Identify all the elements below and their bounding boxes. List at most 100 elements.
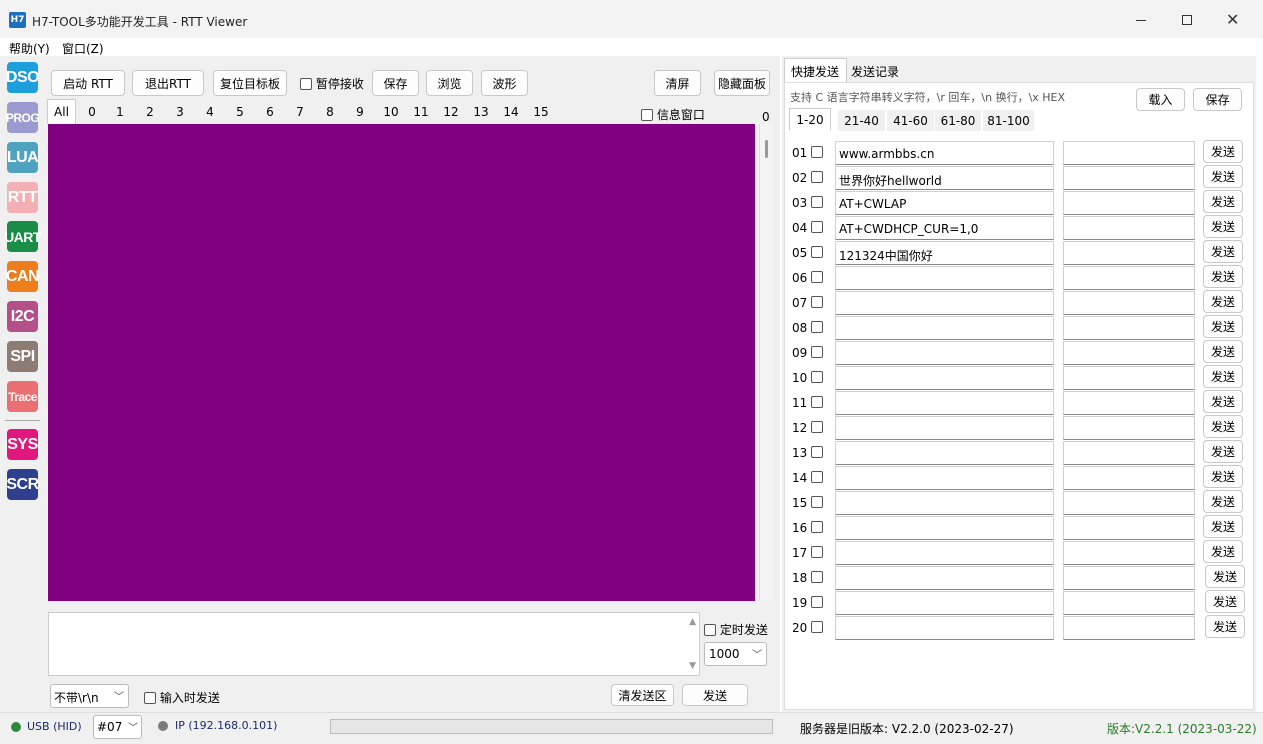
row-comment-input[interactable] [1063,316,1195,340]
pause-receive[interactable]: 暂停接收 [300,75,364,92]
sidebar-lua[interactable]: LUA [7,142,39,173]
row-send-button[interactable]: 发送 [1203,415,1243,438]
send-input[interactable]: ▲ ▼ [48,612,700,676]
row-hex-checkbox[interactable] [811,421,823,433]
load-button[interactable]: 载入 [1136,88,1185,111]
row-command-input[interactable] [835,316,1054,340]
row-hex-checkbox[interactable] [811,321,823,333]
tab-send-history[interactable]: 发送记录 [851,63,899,80]
sidebar-trace[interactable]: Trace [7,381,38,412]
row-command-input[interactable] [835,566,1054,590]
row-comment-input[interactable] [1063,616,1195,640]
send-button[interactable]: 发送 [682,684,748,706]
row-send-button[interactable]: 发送 [1203,290,1243,313]
sidebar-can[interactable]: CAN [6,261,40,292]
range-tab-1-20[interactable]: 1-20 [789,108,831,130]
eol-select[interactable]: 不带\r\n ﹀ [50,684,129,708]
terminal-scroll-thumb[interactable] [765,140,768,158]
row-hex-checkbox[interactable] [811,196,823,208]
row-command-input[interactable]: 世界你好hellworld [835,166,1054,190]
sidebar-uart[interactable]: UART [4,221,41,252]
channel-tab-9[interactable]: 9 [348,101,372,123]
row-hex-checkbox[interactable] [811,471,823,483]
row-command-input[interactable] [835,541,1054,565]
row-command-input[interactable]: www.armbbs.cn [835,141,1054,165]
row-send-button[interactable]: 发送 [1203,190,1243,213]
row-comment-input[interactable] [1063,466,1195,490]
row-send-button[interactable]: 发送 [1203,240,1243,263]
info-window-toggle[interactable]: 信息窗口 [641,106,705,123]
tab-quick-send[interactable]: 快捷发送 [784,58,847,82]
row-hex-checkbox[interactable] [811,371,823,383]
channel-tab-15[interactable]: 15 [528,101,554,123]
row-comment-input[interactable] [1063,266,1195,290]
row-command-input[interactable] [835,441,1054,465]
row-comment-input[interactable] [1063,216,1195,240]
timer-send[interactable]: 定时发送 [704,621,768,638]
row-comment-input[interactable] [1063,541,1195,565]
row-comment-input[interactable] [1063,341,1195,365]
row-comment-input[interactable] [1063,491,1195,515]
range-tab-21-40[interactable]: 21-40 [838,110,885,131]
channel-tab-6[interactable]: 6 [258,101,282,123]
clear-screen-button[interactable]: 清屏 [654,70,701,96]
scroll-down-icon[interactable]: ▼ [689,661,696,671]
row-command-input[interactable] [835,466,1054,490]
row-hex-checkbox[interactable] [811,346,823,358]
channel-tab-8[interactable]: 8 [318,101,342,123]
pause-receive-checkbox[interactable] [300,77,312,90]
row-hex-checkbox[interactable] [811,396,823,408]
channel-tab-1[interactable]: 1 [108,101,132,123]
save-presets-button[interactable]: 保存 [1193,88,1242,111]
row-send-button[interactable]: 发送 [1203,390,1243,413]
row-hex-checkbox[interactable] [811,446,823,458]
row-command-input[interactable] [835,291,1054,315]
hide-panel-button[interactable]: 隐藏面板 [714,70,770,96]
wave-button[interactable]: 波形 [481,70,528,96]
row-send-button[interactable]: 发送 [1203,490,1243,513]
clear-send-button[interactable]: 清发送区 [611,684,674,706]
range-tab-61-80[interactable]: 61-80 [935,110,981,131]
row-command-input[interactable] [835,591,1054,615]
scroll-up-icon[interactable]: ▲ [689,617,696,627]
row-command-input[interactable]: 121324中国你好 [835,241,1054,265]
row-send-button[interactable]: 发送 [1203,540,1243,563]
channel-tab-10[interactable]: 10 [378,101,404,123]
row-send-button[interactable]: 发送 [1203,140,1243,163]
row-comment-input[interactable] [1063,366,1195,390]
row-command-input[interactable]: AT+CWLAP [835,191,1054,215]
row-command-input[interactable] [835,366,1054,390]
row-command-input[interactable]: AT+CWDHCP_CUR=1,0 [835,216,1054,240]
row-send-button[interactable]: 发送 [1203,265,1243,288]
row-comment-input[interactable] [1063,166,1195,190]
sidebar-i2c[interactable]: I2C [7,301,38,332]
row-send-button[interactable]: 发送 [1203,315,1243,338]
row-send-button[interactable]: 发送 [1203,365,1243,388]
row-command-input[interactable] [835,516,1054,540]
row-hex-checkbox[interactable] [811,296,823,308]
row-hex-checkbox[interactable] [811,621,823,633]
range-tab-81-100[interactable]: 81-100 [983,110,1034,131]
row-send-button[interactable]: 发送 [1203,440,1243,463]
row-hex-checkbox[interactable] [811,271,823,283]
row-comment-input[interactable] [1063,516,1195,540]
channel-tab-14[interactable]: 14 [498,101,524,123]
close-icon[interactable]: ✕ [1226,10,1239,29]
row-comment-input[interactable] [1063,391,1195,415]
sidebar-prog[interactable]: PROG [6,102,40,133]
row-comment-input[interactable] [1063,141,1195,165]
sidebar-spi[interactable]: SPI [7,341,38,372]
channel-tab-7[interactable]: 7 [288,101,312,123]
row-hex-checkbox[interactable] [811,146,823,158]
row-send-button[interactable]: 发送 [1205,590,1245,613]
row-command-input[interactable] [835,616,1054,640]
start-rtt-button[interactable]: 启动 RTT [51,70,125,96]
maximize-icon[interactable] [1182,15,1192,25]
row-command-input[interactable] [835,266,1054,290]
send-on-input[interactable]: 输入时发送 [144,689,220,706]
row-command-input[interactable] [835,416,1054,440]
row-comment-input[interactable] [1063,591,1195,615]
row-send-button[interactable]: 发送 [1203,165,1243,188]
sidebar-scr[interactable]: SCR [6,469,39,500]
row-command-input[interactable] [835,341,1054,365]
